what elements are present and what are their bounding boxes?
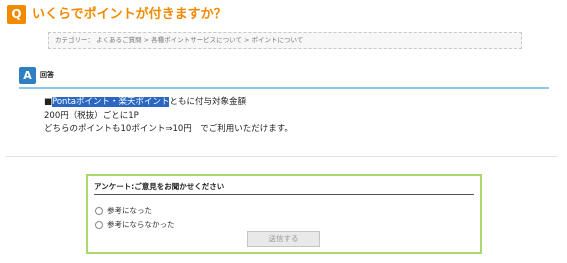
survey-option-label: 参考になった [107,206,152,215]
question-badge: Q [7,5,26,24]
breadcrumb-text: カテゴリー： よくあるご質問 > 各種ポイントサービスについて > ポイントにつ… [55,36,304,44]
answer-divider [19,87,549,89]
answer-line-1-rest: ともに付与対象金額 [169,97,246,107]
survey-title: アンケート:ご意見をお聞かせください [94,182,225,191]
section-divider [5,156,558,157]
radio-button[interactable] [95,220,103,229]
survey-option-not-helpful[interactable]: 参考にならなかった [95,219,175,230]
survey-divider [94,194,474,195]
survey-option-helpful[interactable]: 参考になった [95,205,152,216]
submit-button[interactable]: 送信する [247,231,320,247]
answer-badge: A [19,67,36,84]
survey-box: アンケート:ご意見をお聞かせください 参考になった 参考にならなかった 送信する [86,174,482,254]
answer-line-3: どちらのポイントも10ポイント⇒10円 でご利用いただけます。 [44,124,293,134]
survey-option-label: 参考にならなかった [107,220,175,229]
radio-button[interactable] [95,206,103,215]
bullet: ■ [44,97,53,107]
answer-line-2: 200円（税抜）ごとに1P [44,110,139,121]
breadcrumb: カテゴリー： よくあるご質問 > 各種ポイントサービスについて > ポイントにつ… [48,32,522,49]
question-title: いくらでポイントが付きますか？ [32,7,227,22]
answer-body: ■Pontaポイント・楽天ポイントともに付与対象金額 200円（税抜）ごとに1P… [44,96,293,137]
answer-line-1: ■Pontaポイント・楽天ポイントともに付与対象金額 [44,96,293,110]
highlighted-text: Pontaポイント・楽天ポイント [52,97,170,107]
answer-label: 回答 [40,71,54,79]
